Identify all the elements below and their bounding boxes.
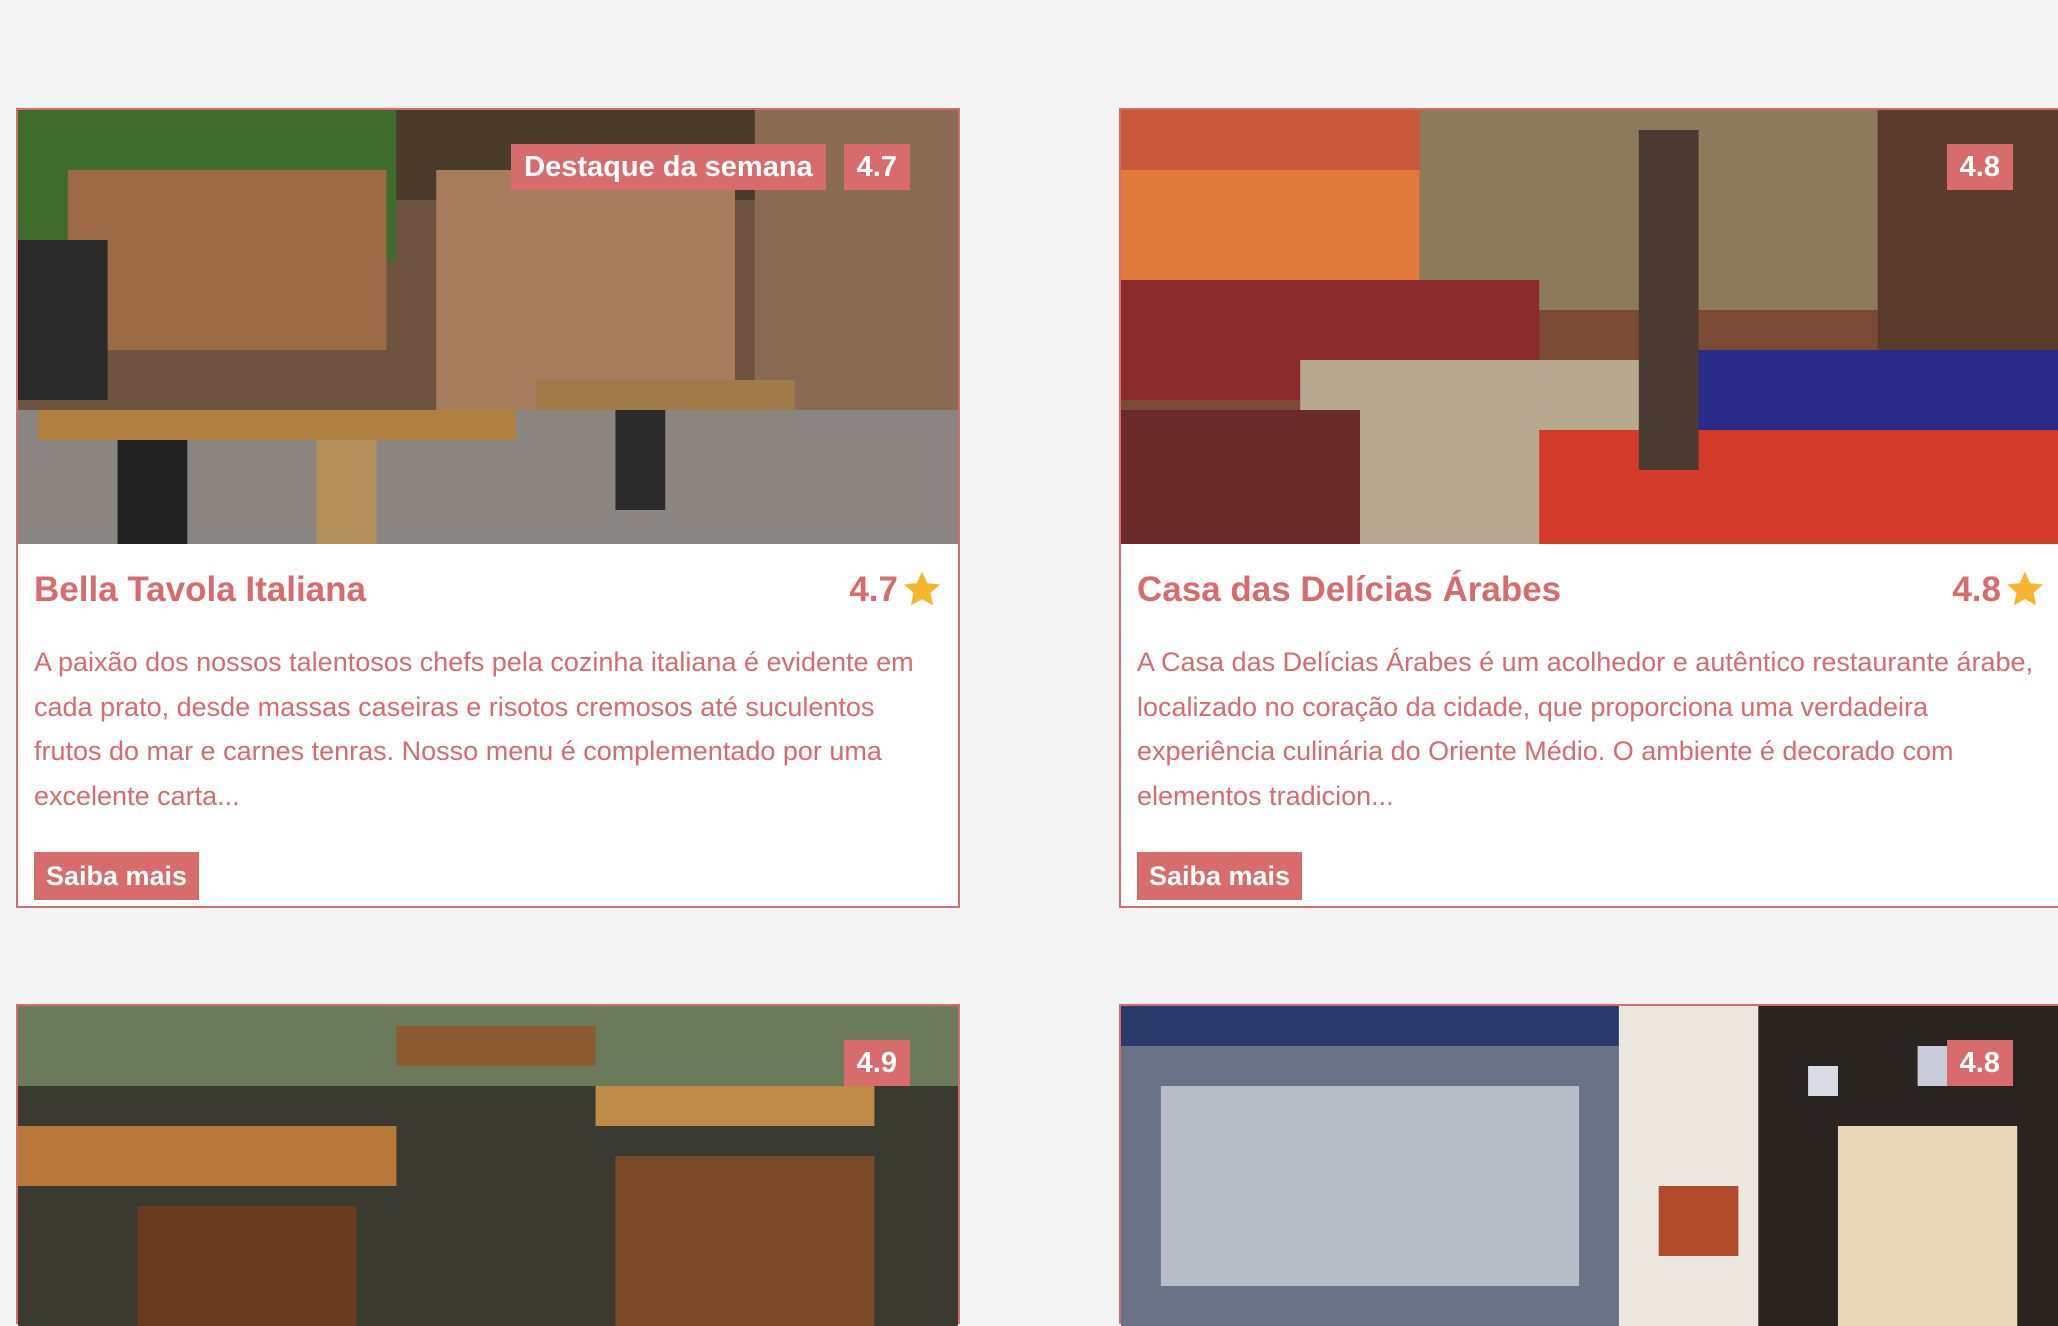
restaurant-card: 4.8 Casa das Delícias Árabes 4.8 A Casa …: [1119, 108, 2058, 908]
badge-row: Destaque da semana 4.7: [511, 144, 910, 190]
restaurant-description: A paixão dos nossos talentosos chefs pel…: [34, 647, 914, 811]
star-icon: [2007, 571, 2043, 606]
rating: 4.8: [1952, 568, 2047, 612]
star-icon: [904, 571, 940, 606]
rating: 4.7: [849, 568, 944, 612]
restaurant-photo[interactable]: [1121, 110, 2058, 544]
featured-badge: Destaque da semana: [511, 144, 826, 190]
rating-value: 4.8: [1952, 570, 2001, 609]
badge-row: 4.8: [1946, 1040, 2013, 1086]
restaurant-card: 4.9: [16, 1004, 960, 1326]
rating-badge: 4.8: [1946, 1040, 2013, 1086]
saiba-mais-button[interactable]: Saiba mais: [34, 852, 200, 900]
restaurant-name[interactable]: Casa das Delícias Árabes: [1137, 570, 1561, 610]
badge-row: 4.9: [843, 1040, 910, 1086]
rating-badge: 4.8: [1946, 144, 2013, 190]
rating-badge: 4.7: [843, 144, 910, 190]
restaurant-name[interactable]: Bella Tavola Italiana: [34, 570, 366, 610]
restaurant-card: 4.8: [1119, 1004, 2058, 1326]
restaurant-photo[interactable]: [18, 1006, 958, 1326]
restaurant-photo[interactable]: [1121, 1006, 2058, 1326]
saiba-mais-button[interactable]: Saiba mais: [1137, 852, 1303, 900]
badge-row: 4.8: [1946, 144, 2013, 190]
rating-value: 4.7: [849, 570, 898, 609]
restaurant-card: Destaque da semana 4.7 Bella Tavola Ital…: [16, 108, 960, 908]
restaurant-description: A Casa das Delícias Árabes é um acolhedo…: [1137, 647, 2034, 811]
rating-badge: 4.9: [843, 1040, 910, 1086]
